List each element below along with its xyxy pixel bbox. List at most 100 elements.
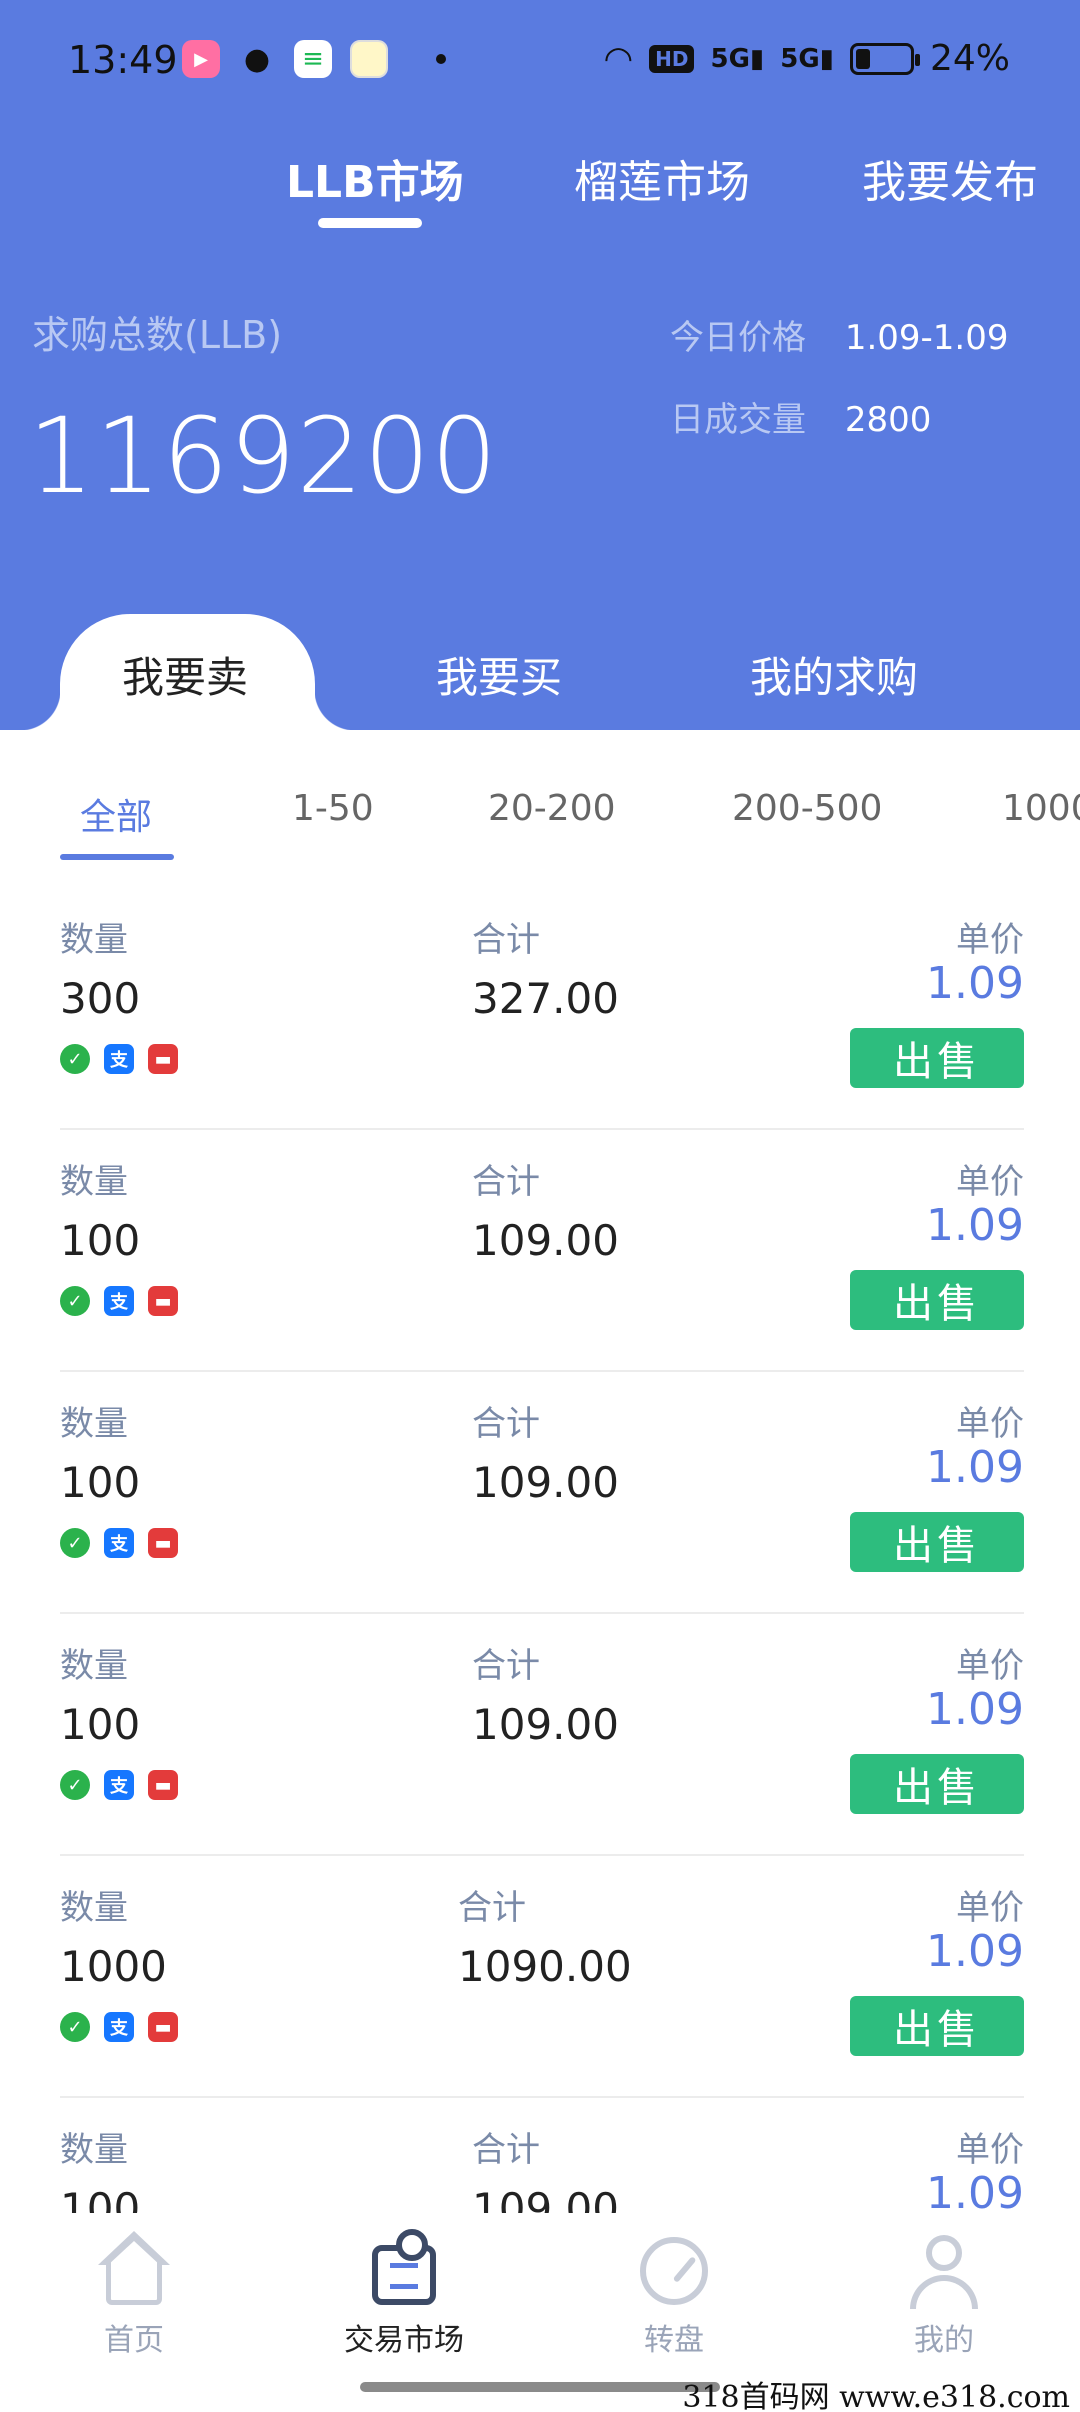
qty-label: 数量	[60, 1162, 128, 1202]
total-label: 合计	[472, 1646, 540, 1686]
alipay-icon: 支	[104, 1286, 134, 1316]
qty-label: 数量	[60, 1646, 128, 1686]
total-label: 合计	[472, 2130, 540, 2170]
nav-mine[interactable]: 我的	[844, 2231, 1044, 2359]
alipay-icon: 支	[104, 1528, 134, 1558]
nav-home-label: 首页	[104, 2323, 164, 2358]
trade-sub-tabs: 我要卖 我要买 我的求购	[0, 614, 1080, 730]
sell-button[interactable]: 出售	[850, 1270, 1024, 1330]
wechat-pay-icon: ✓	[60, 1286, 90, 1316]
total-value: 109.00	[472, 2184, 619, 2213]
status-bar: 13:49 ▶ ● ≡ ◠ HD 5G▮ 5G▮ 24%	[0, 0, 1080, 124]
payment-methods: ✓ 支 ▬	[60, 1286, 178, 1316]
payment-methods: ✓ 支 ▬	[60, 1528, 178, 1558]
filter-1-50[interactable]: 1-50	[292, 788, 374, 829]
alipay-icon: 支	[104, 1770, 134, 1800]
nav-wheel-label: 转盘	[644, 2323, 704, 2358]
qty-value: 100	[60, 1216, 141, 1265]
today-price-label: 今日价格	[670, 318, 806, 358]
qty-label: 数量	[60, 1888, 128, 1928]
tab-i-want-sell[interactable]: 我要卖	[122, 644, 248, 705]
daily-volume: 日成交量 2800	[670, 392, 931, 441]
notification-icons: ▶ ● ≡	[182, 40, 446, 78]
total-value: 109.00	[472, 1216, 619, 1265]
bank-card-icon: ▬	[148, 1528, 178, 1558]
tab-durian-market[interactable]: 榴莲市场	[574, 146, 750, 210]
market-header: 13:49 ▶ ● ≡ ◠ HD 5G▮ 5G▮ 24% LLB市场 榴莲市场 …	[0, 0, 1080, 730]
home-icon	[94, 2231, 174, 2311]
qty-label: 数量	[60, 2130, 128, 2170]
signal-5g-icon-2: 5G▮	[780, 43, 834, 74]
battery-icon	[849, 42, 920, 75]
qty-value: 100	[60, 1700, 141, 1749]
active-tab-indicator	[318, 218, 422, 228]
unit-price-label: 单价	[956, 1888, 1024, 1928]
daily-volume-label: 日成交量	[670, 400, 806, 440]
bank-card-icon: ▬	[148, 1044, 178, 1074]
tab-i-want-buy[interactable]: 我要买	[436, 644, 562, 705]
qty-label: 数量	[60, 920, 128, 960]
unit-price-value: 1.09	[926, 958, 1024, 1009]
nav-wheel[interactable]: 转盘	[574, 2231, 774, 2359]
total-value: 327.00	[472, 974, 619, 1023]
order-row: 数量 合计 单价 100 109.00 1.09	[60, 2098, 1024, 2213]
daily-volume-value: 2800	[844, 400, 932, 440]
total-label: 合计	[472, 1162, 540, 1202]
hd-icon: HD	[649, 44, 695, 73]
filter-active-indicator	[60, 854, 174, 860]
nav-market-label: 交易市场	[344, 2323, 464, 2358]
sell-button[interactable]: 出售	[850, 1512, 1024, 1572]
tab-publish[interactable]: 我要发布	[862, 146, 1038, 210]
tab-my-requests[interactable]: 我的求购	[750, 644, 918, 705]
total-label: 合计	[472, 1404, 540, 1444]
amount-filters: 全部 1-50 20-200 200-500 1000	[0, 770, 1080, 870]
qty-value: 300	[60, 974, 141, 1023]
today-price-value: 1.09-1.09	[844, 318, 1009, 358]
payment-methods: ✓ 支 ▬	[60, 1770, 178, 1800]
total-buy-value: 1169200	[28, 395, 499, 517]
bilibili-app-icon: ▶	[182, 40, 220, 78]
sell-button[interactable]: 出售	[850, 1996, 1024, 2056]
unit-price-value: 1.09	[926, 1926, 1024, 1977]
signal-5g-icon: 5G▮	[710, 43, 765, 74]
filter-200-500[interactable]: 200-500	[732, 788, 882, 829]
today-price: 今日价格 1.09-1.09	[670, 310, 1009, 359]
puzzle-icon	[364, 2229, 444, 2311]
total-buy-label: 求购总数(LLB)	[32, 313, 283, 357]
nav-market[interactable]: 交易市场	[304, 2229, 504, 2359]
filter-1000[interactable]: 1000	[1002, 788, 1080, 829]
gesture-home-bar[interactable]	[360, 2382, 720, 2392]
dial-icon	[634, 2231, 714, 2311]
order-row: 数量 合计 单价 1000 1090.00 1.09 ✓ 支 ▬ 出售	[60, 1856, 1024, 2098]
order-row: 数量 合计 单价 100 109.00 1.09 ✓ 支 ▬ 出售	[60, 1372, 1024, 1614]
filter-20-200[interactable]: 20-200	[488, 788, 616, 829]
qty-label: 数量	[60, 1404, 128, 1444]
unit-price-label: 单价	[956, 1404, 1024, 1444]
watermark: 318首码网 www.e318.com	[682, 2380, 1070, 2412]
total-label: 合计	[458, 1888, 526, 1928]
sell-button[interactable]: 出售	[850, 1754, 1024, 1814]
nav-home[interactable]: 首页	[34, 2231, 234, 2359]
payment-methods: ✓ 支 ▬	[60, 1044, 178, 1074]
total-value: 1090.00	[458, 1942, 632, 1991]
bank-card-icon: ▬	[148, 2012, 178, 2042]
alipay-icon: 支	[104, 1044, 134, 1074]
tab-llb-market[interactable]: LLB市场	[286, 146, 464, 210]
music-app-icon: ≡	[294, 40, 332, 78]
order-list[interactable]: 数量 合计 单价 300 327.00 1.09 ✓ 支 ▬ 出售 数量 合计 …	[0, 888, 1080, 2213]
filter-all[interactable]: 全部	[80, 788, 152, 840]
bank-card-icon: ▬	[148, 1286, 178, 1316]
unit-price-label: 单价	[956, 2130, 1024, 2170]
order-row: 数量 合计 单价 100 109.00 1.09 ✓ 支 ▬ 出售	[60, 1130, 1024, 1372]
unit-price-label: 单价	[956, 920, 1024, 960]
unit-price-label: 单价	[956, 1162, 1024, 1202]
wechat-pay-icon: ✓	[60, 1044, 90, 1074]
qty-value: 1000	[60, 1942, 167, 1991]
sell-button[interactable]: 出售	[850, 1028, 1024, 1088]
status-time: 13:49	[68, 38, 178, 82]
user-icon	[904, 2231, 984, 2311]
wechat-app-icon: ●	[243, 41, 271, 77]
unit-price-value: 1.09	[926, 1442, 1024, 1493]
alipay-icon: 支	[104, 2012, 134, 2042]
bank-card-icon: ▬	[148, 1770, 178, 1800]
